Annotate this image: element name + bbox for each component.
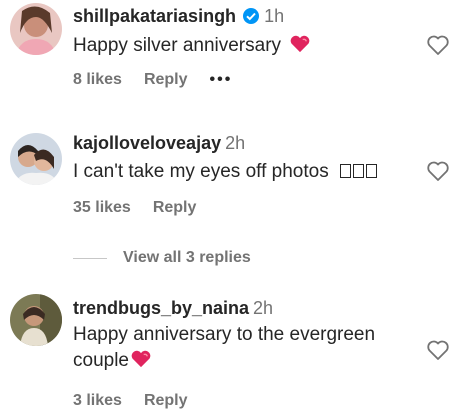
view-replies[interactable]: View all 3 replies (73, 249, 251, 267)
timestamp: 1h (264, 6, 285, 26)
view-replies-label[interactable]: View all 3 replies (123, 249, 251, 267)
more-options-icon[interactable]: ••• (210, 71, 233, 88)
comment-meta: 3 likes Reply (73, 392, 210, 410)
likes-count[interactable]: 8 likes (73, 71, 122, 88)
likes-count[interactable]: 3 likes (73, 392, 122, 409)
avatar[interactable] (10, 3, 62, 55)
verified-badge-icon (242, 7, 260, 30)
timestamp: 2h (225, 133, 246, 153)
like-heart-icon[interactable] (426, 33, 450, 57)
comment-meta: 35 likes Reply (73, 199, 218, 217)
reply-button[interactable]: Reply (144, 392, 188, 409)
comment-text: I can't take my eyes off photos (73, 159, 377, 185)
comment-text: Happy silver anniversary (73, 33, 311, 59)
comment-text: Happy anniversary to the evergreen coupl… (73, 324, 376, 371)
comment-header: trendbugs_by_naina 2h (73, 298, 273, 319)
like-heart-icon[interactable] (426, 159, 450, 183)
timestamp: 2h (253, 298, 274, 318)
avatar[interactable] (10, 294, 62, 346)
avatar[interactable] (10, 133, 62, 185)
like-heart-icon[interactable] (426, 338, 450, 362)
heart-emoji-icon (290, 35, 310, 53)
heart-emoji-icon (131, 350, 151, 368)
comment-meta: 8 likes Reply ••• (73, 71, 254, 89)
username[interactable]: kajolloveloveajay (73, 133, 221, 153)
missing-glyph-icon (338, 161, 377, 182)
reply-button[interactable]: Reply (153, 199, 197, 216)
username[interactable]: shillpakatariasingh (73, 6, 236, 26)
comment-header: kajolloveloveajay 2h (73, 133, 245, 154)
reply-button[interactable]: Reply (144, 71, 188, 88)
comment-header: shillpakatariasingh 1h (73, 6, 284, 30)
likes-count[interactable]: 35 likes (73, 199, 131, 216)
divider-line (73, 257, 107, 259)
username[interactable]: trendbugs_by_naina (73, 298, 249, 318)
